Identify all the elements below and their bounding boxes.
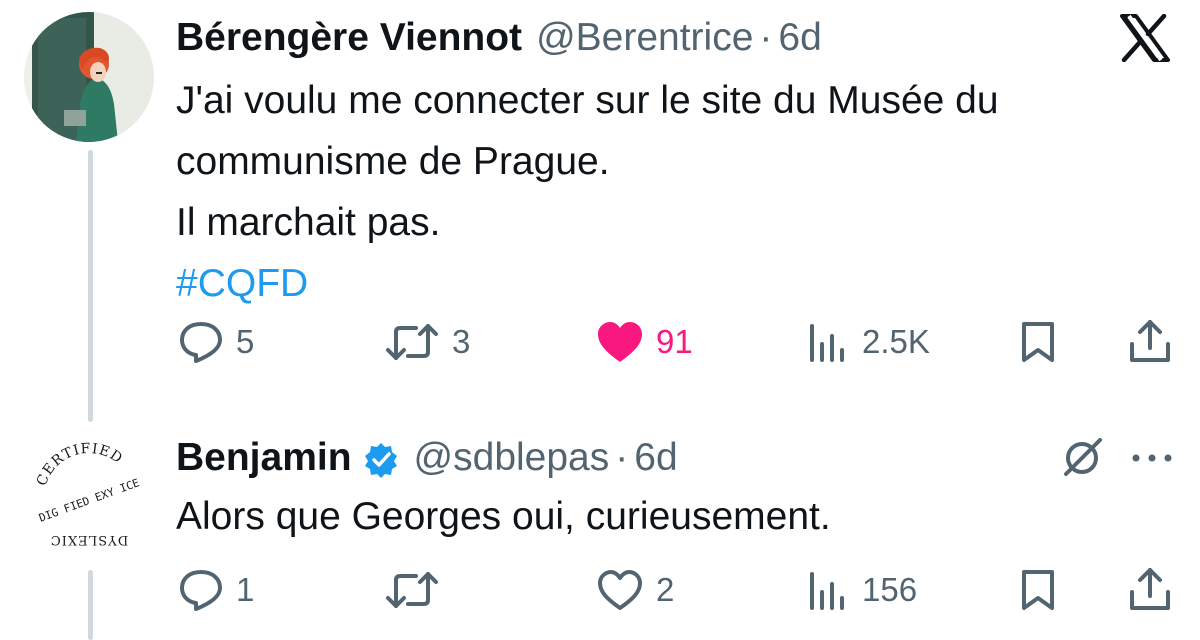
author-name[interactable]: Bérengère Viennot — [176, 16, 522, 60]
share-icon — [1130, 320, 1170, 362]
views-icon — [810, 572, 844, 610]
tweet-text: Alors que Georges oui, curieusement. — [176, 486, 831, 547]
heart-filled-icon — [598, 322, 642, 362]
more-icon[interactable] — [1130, 452, 1174, 464]
tweet-text-line: communisme de Prague. — [176, 140, 610, 183]
bookmark-button[interactable] — [1018, 320, 1058, 364]
avatar[interactable]: CERTIFIED DYSLEXIC DIG FIED EXY ICE — [24, 432, 154, 562]
tweet-header: Benjamin @sdblepas · 6d — [176, 436, 678, 480]
thread-line-top — [88, 150, 93, 422]
tweet-text: J'ai voulu me connecter sur le site du M… — [176, 70, 999, 314]
view-count: 156 — [862, 571, 918, 608]
hashtag-link[interactable]: #CQFD — [176, 253, 999, 314]
share-button[interactable] — [1128, 566, 1172, 612]
thread-line-bottom — [88, 570, 93, 640]
author-handle[interactable]: @sdblepas — [414, 436, 610, 480]
retweet-icon — [386, 324, 438, 360]
retweet-button[interactable] — [384, 568, 440, 612]
tweet-text-line: Alors que Georges oui, curieusement. — [176, 495, 831, 538]
author-handle[interactable]: @Berentrice — [536, 16, 753, 60]
bookmark-button[interactable] — [1018, 568, 1058, 612]
tweet-header: Bérengère Viennot @Berentrice · 6d — [176, 16, 822, 60]
like-count: 91 — [656, 323, 693, 360]
author-name[interactable]: Benjamin — [176, 436, 352, 480]
x-logo-icon[interactable] — [1118, 14, 1172, 62]
like-button[interactable]: 2 — [596, 568, 674, 612]
reply-icon — [180, 570, 222, 611]
avatar[interactable] — [24, 12, 154, 142]
illustration-avatar-image — [24, 12, 154, 142]
views-button[interactable]: 2.5K — [806, 320, 930, 364]
separator-dot: · — [615, 436, 629, 479]
reply-icon — [180, 322, 222, 363]
retweet-button[interactable]: 3 — [384, 320, 470, 364]
grok-icon[interactable] — [1058, 434, 1106, 482]
bookmark-icon — [1022, 322, 1054, 362]
retweet-count: 3 — [452, 323, 471, 360]
heart-outline-icon — [598, 570, 642, 610]
reply-count: 5 — [236, 323, 255, 360]
bookmark-icon — [1022, 570, 1054, 610]
badge-bottom-text: DYSLEXIC — [50, 532, 128, 547]
tweet-text-line: J'ai voulu me connecter sur le site du M… — [176, 79, 999, 122]
timestamp[interactable]: 6d — [634, 436, 677, 480]
like-count: 2 — [656, 571, 675, 608]
verified-badge-icon — [364, 443, 397, 478]
like-button[interactable]: 91 — [596, 320, 693, 364]
reply-button[interactable]: 5 — [178, 320, 254, 364]
tweet-text-line: Il marchait pas. — [176, 201, 441, 244]
share-button[interactable] — [1128, 318, 1172, 364]
reply-count: 1 — [236, 571, 255, 608]
timestamp[interactable]: 6d — [778, 16, 821, 60]
view-count: 2.5K — [862, 323, 930, 360]
certified-dyslexic-badge-image: CERTIFIED DYSLEXIC DIG FIED EXY ICE — [24, 432, 154, 562]
reply-button[interactable]: 1 — [178, 568, 254, 612]
views-icon — [810, 324, 844, 362]
share-icon — [1130, 568, 1170, 610]
retweet-icon — [386, 572, 438, 608]
separator-dot: · — [759, 16, 773, 59]
views-button[interactable]: 156 — [806, 568, 917, 612]
